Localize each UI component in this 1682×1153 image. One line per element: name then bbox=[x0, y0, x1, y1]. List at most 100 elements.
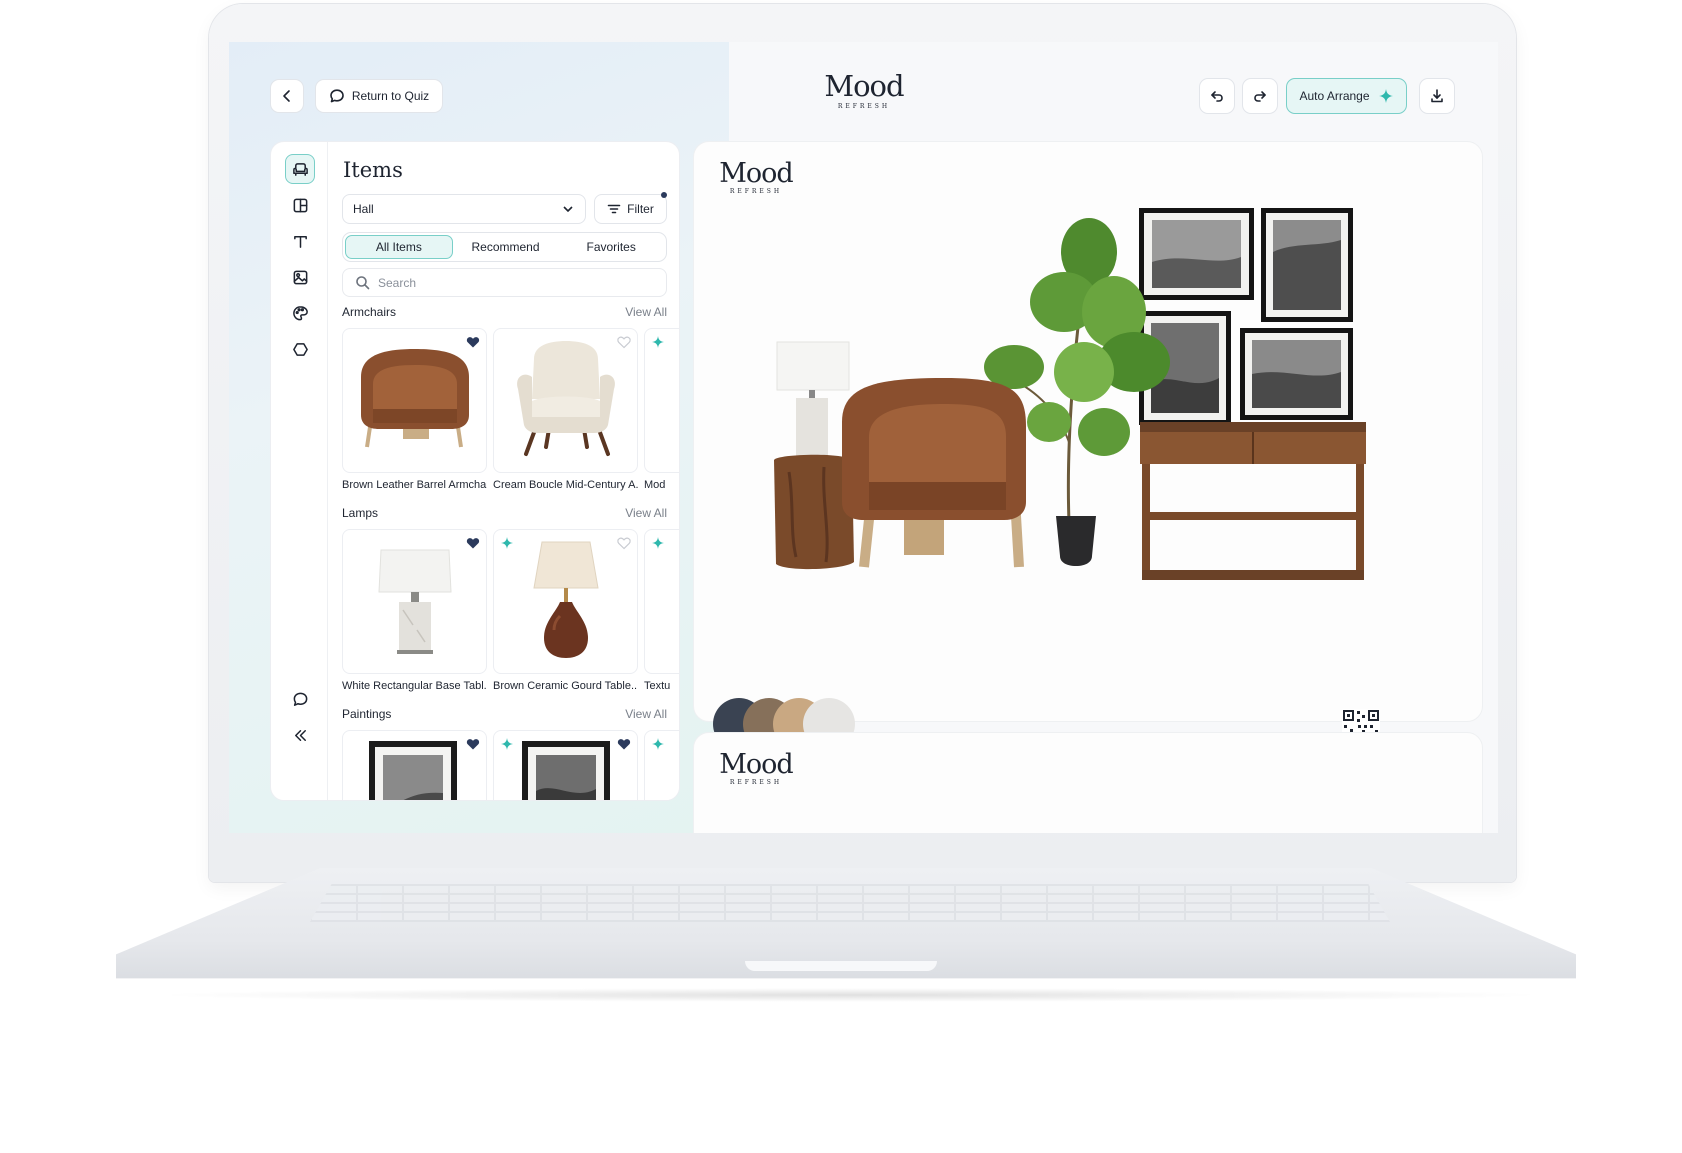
rail-collapse-button[interactable] bbox=[285, 720, 315, 750]
product-caption: Mod bbox=[644, 479, 666, 491]
section-title: Armchairs bbox=[342, 305, 397, 319]
brand-logo: Mood REFRESH bbox=[824, 72, 904, 111]
white-lamp-image bbox=[378, 549, 452, 654]
room-select-value: Hall bbox=[353, 202, 374, 216]
section-header-armchairs: Armchairs View All bbox=[342, 305, 667, 319]
paintings-row bbox=[342, 730, 679, 800]
product-card[interactable] bbox=[493, 730, 638, 800]
sparkle-icon bbox=[501, 738, 513, 750]
armchair-icon bbox=[292, 162, 308, 176]
product-card-partial[interactable] bbox=[644, 328, 679, 473]
tab-recommend[interactable]: Recommend bbox=[453, 235, 559, 259]
tool-rail bbox=[271, 142, 328, 800]
moodboard-canvas-secondary[interactable]: Mood REFRESH bbox=[693, 732, 1483, 833]
moodboard-composition bbox=[774, 208, 1366, 580]
console-table[interactable] bbox=[1140, 422, 1366, 580]
sparkle-icon bbox=[501, 537, 513, 549]
hexagon-icon bbox=[292, 342, 308, 356]
chat-bubble-icon bbox=[293, 692, 307, 706]
wall-photo-frames[interactable] bbox=[1139, 208, 1353, 425]
heart-filled-icon[interactable] bbox=[466, 335, 480, 349]
rail-shapes-button[interactable] bbox=[285, 334, 315, 364]
heart-filled-icon[interactable] bbox=[617, 737, 631, 751]
redo-icon bbox=[1254, 91, 1266, 102]
product-card-partial[interactable] bbox=[644, 529, 679, 674]
product-caption: Cream Boucle Mid-Century A... bbox=[493, 479, 638, 491]
filter-active-dot bbox=[661, 192, 667, 198]
rail-palette-button[interactable] bbox=[285, 298, 315, 328]
auto-arrange-label: Auto Arrange bbox=[1299, 89, 1370, 103]
product-caption: Textu bbox=[644, 680, 671, 692]
heart-filled-icon[interactable] bbox=[466, 536, 480, 550]
room-select[interactable]: Hall bbox=[342, 194, 586, 224]
filter-label: Filter bbox=[627, 202, 654, 216]
app-screen: Return to Quiz Mood REFRESH Auto Arrange bbox=[229, 42, 1498, 833]
laptop-notch bbox=[745, 961, 937, 971]
chat-bubble-icon bbox=[330, 89, 344, 103]
palette-icon bbox=[292, 305, 308, 320]
product-card[interactable] bbox=[493, 529, 638, 674]
view-all-link[interactable]: View All bbox=[625, 506, 667, 520]
undo-button[interactable] bbox=[1199, 78, 1235, 114]
brand-tagline: REFRESH bbox=[837, 103, 891, 110]
sparkle-icon bbox=[652, 738, 664, 750]
section-header-paintings: Paintings View All bbox=[342, 707, 667, 721]
double-chevron-left-icon bbox=[294, 729, 306, 741]
rail-chat-button[interactable] bbox=[285, 684, 315, 714]
brown-armchair-image bbox=[361, 349, 469, 448]
product-card[interactable] bbox=[342, 328, 487, 473]
tab-all-items[interactable]: All Items bbox=[345, 235, 453, 259]
text-icon bbox=[293, 235, 307, 248]
return-to-quiz-label: Return to Quiz bbox=[351, 89, 430, 103]
leather-armchair[interactable] bbox=[842, 378, 1026, 568]
product-card[interactable] bbox=[342, 529, 487, 674]
rail-text-button[interactable] bbox=[285, 226, 315, 256]
back-button[interactable] bbox=[270, 79, 304, 113]
auto-arrange-button[interactable]: Auto Arrange bbox=[1286, 78, 1407, 114]
items-panel: Items Hall Filter All Items Recommend Fa… bbox=[270, 141, 680, 801]
heart-outline-icon[interactable] bbox=[617, 536, 631, 550]
rail-layout-button[interactable] bbox=[285, 190, 315, 220]
sparkle-icon bbox=[652, 336, 664, 348]
sparkle-icon bbox=[652, 537, 664, 549]
search-input[interactable]: Search bbox=[342, 268, 667, 297]
layout-icon bbox=[293, 198, 307, 212]
product-caption: White Rectangular Base Tabl... bbox=[342, 680, 487, 692]
panel-title: Items bbox=[343, 158, 403, 182]
product-card-partial[interactable] bbox=[644, 730, 679, 800]
item-tabs: All Items Recommend Favorites bbox=[342, 232, 667, 262]
product-card[interactable] bbox=[342, 730, 487, 800]
brand-tagline: REFRESH bbox=[729, 779, 783, 786]
return-to-quiz-button[interactable]: Return to Quiz bbox=[315, 79, 443, 113]
view-all-link[interactable]: View All bbox=[625, 305, 667, 319]
cream-armchair-image bbox=[517, 341, 615, 456]
filter-button[interactable]: Filter bbox=[594, 192, 667, 224]
laptop-keyboard bbox=[310, 884, 1390, 922]
rail-furniture-button[interactable] bbox=[285, 154, 315, 184]
view-all-link[interactable]: View All bbox=[625, 707, 667, 721]
tab-favorites[interactable]: Favorites bbox=[558, 235, 664, 259]
armchairs-row: Brown Leather Barrel Armchair Cream Bouc… bbox=[342, 328, 679, 493]
search-icon bbox=[356, 276, 370, 290]
section-title: Lamps bbox=[342, 506, 379, 520]
laptop-shadow bbox=[150, 988, 1550, 1002]
section-header-lamps: Lamps View All bbox=[342, 506, 667, 520]
heart-filled-icon[interactable] bbox=[466, 737, 480, 751]
rail-image-button[interactable] bbox=[285, 262, 315, 292]
lamps-row: White Rectangular Base Tabl... Brown Cer… bbox=[342, 529, 679, 694]
brand-name: Mood bbox=[719, 749, 793, 780]
search-placeholder: Search bbox=[378, 275, 417, 290]
redo-button[interactable] bbox=[1242, 78, 1278, 114]
moodboard-brand-logo: Mood REFRESH bbox=[719, 751, 793, 786]
product-caption: Brown Ceramic Gourd Table... bbox=[493, 680, 638, 692]
download-button[interactable] bbox=[1419, 78, 1455, 114]
undo-icon bbox=[1211, 91, 1223, 102]
product-card[interactable] bbox=[493, 328, 638, 473]
download-icon bbox=[1431, 89, 1443, 103]
heart-outline-icon[interactable] bbox=[617, 335, 631, 349]
gourd-lamp-image bbox=[533, 541, 599, 658]
chevron-left-icon bbox=[283, 90, 290, 102]
moodboard-canvas[interactable]: Mood REFRESH bbox=[693, 141, 1483, 750]
table-lamp[interactable] bbox=[776, 341, 850, 456]
image-icon bbox=[293, 270, 307, 284]
